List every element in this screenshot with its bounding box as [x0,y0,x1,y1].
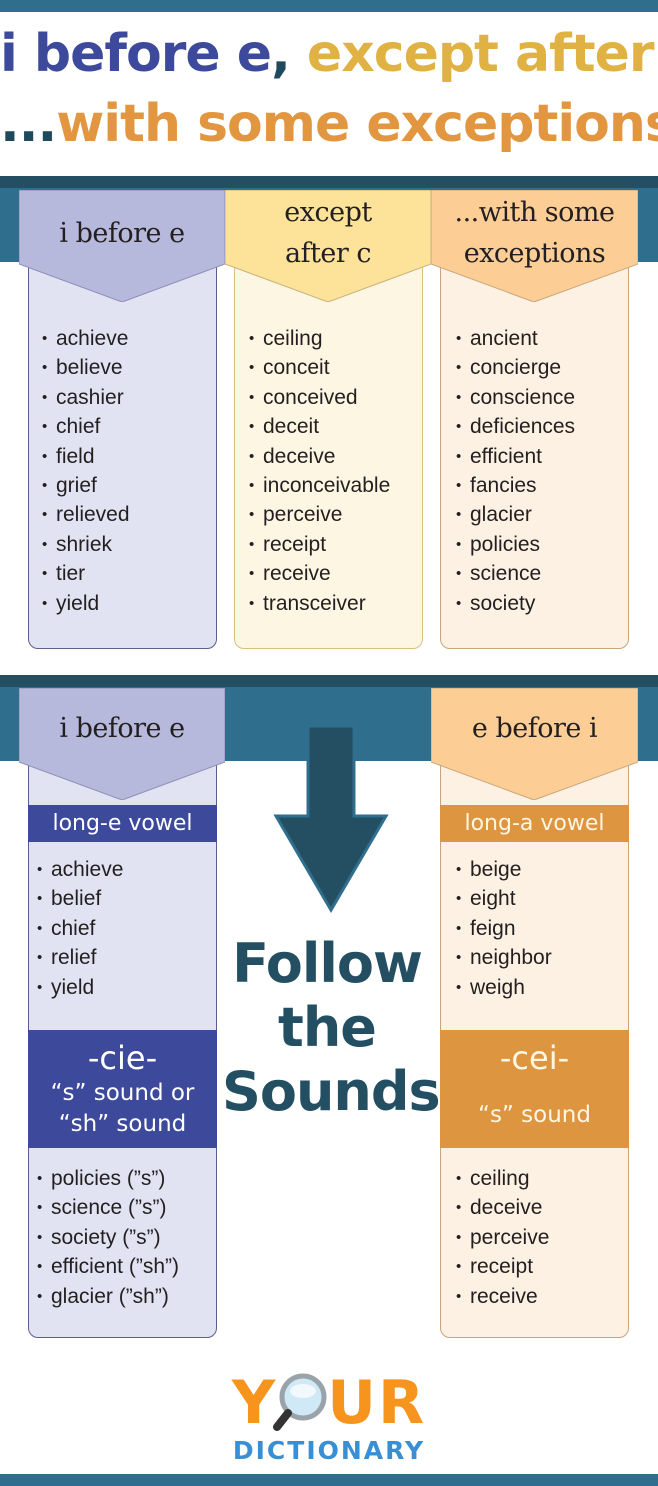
list-item: glacier [456,500,575,529]
list-item: society [456,589,575,618]
list-item: beige [456,855,552,884]
list-item: concierge [456,353,575,382]
list-item: belief [37,884,123,913]
list-item: policies (”s”) [37,1164,179,1193]
col3-header: ...with some exceptions [431,190,638,302]
title-dots: ... [0,94,57,154]
list-item: glacier (”sh”) [37,1282,179,1311]
cie-word-list: policies (”s”)science (”s”)society (”s”)… [37,1164,179,1311]
list-item: achieve [42,324,130,353]
list-item: tier [42,559,130,588]
list-item: receipt [456,1252,549,1281]
list-item: society (”s”) [37,1223,179,1252]
list-item: conceit [249,353,390,382]
list-item: conscience [456,383,575,412]
col1-word-list: achievebelievecashierchieffieldgriefreli… [42,324,130,618]
list-item: transceiver [249,589,390,618]
title-with-some-exceptions: with some exceptions [56,94,658,154]
follow-the-sounds-text: Follow the Sounds [222,932,441,1124]
cei-pattern-box: -cei- “s” sound [440,1030,629,1148]
list-item: ancient [456,324,575,353]
title-comma: , [271,24,291,84]
the-word: the [278,996,377,1059]
title-i-before-e: i before e [0,24,272,84]
col3-word-list: ancientconciergeconsciencedeficienceseff… [456,324,575,618]
col2-header: except after c [225,190,431,302]
col1-header: i before e [19,190,225,302]
col2-header-line1: except [284,197,372,228]
list-item: receive [249,559,390,588]
title-line-2: ...with some exceptions [0,94,658,154]
list-item: policies [456,530,575,559]
cie-sound-line1: “s” sound or [50,1080,195,1106]
magnifier-icon [273,1373,327,1431]
left-header-text: i before e [59,713,185,744]
cei-word-list: ceilingdeceiveperceivereceiptreceive [456,1164,549,1311]
list-item: conceived [249,383,390,412]
list-item: feign [456,914,552,943]
list-item: receive [456,1282,549,1311]
list-item: efficient (”sh”) [37,1252,179,1281]
list-item: neighbor [456,943,552,972]
list-item: deceive [456,1193,549,1222]
list-item: fancies [456,471,575,500]
long-e-word-list: achievebeliefchiefreliefyield [37,855,123,1002]
list-item: receipt [249,530,390,559]
title-except-after-c: except after c [306,24,658,84]
bottom-bar [0,1474,658,1486]
list-item: chief [37,914,123,943]
list-item: yield [37,973,123,1002]
long-a-vowel-label: long-a vowel [440,805,629,842]
col2-word-list: ceilingconceitconceiveddeceitdeceiveinco… [249,324,390,618]
list-item: perceive [249,500,390,529]
list-item: cashier [42,383,130,412]
list-item: science (”s”) [37,1193,179,1222]
list-item: achieve [37,855,123,884]
col2-header-text: except after c [225,192,431,274]
list-item: chief [42,412,130,441]
logo-ur: UR [327,1368,427,1438]
list-item: deceive [249,442,390,471]
col3-header-text: ...with some exceptions [431,192,638,274]
top-bar [0,0,658,12]
sounds-word: Sounds [222,1060,441,1123]
list-item: science [456,559,575,588]
arrow-down-icon [273,724,389,913]
col2-header-line2: after c [284,238,372,269]
cie-sound-line2: “sh” sound [58,1111,187,1137]
list-item: weigh [456,973,552,1002]
list-item: eight [456,884,552,913]
long-e-vowel-label: long-e vowel [28,805,217,842]
list-item: efficient [456,442,575,471]
cei-pattern: -cei- [499,1039,570,1077]
list-item: inconceivable [249,471,390,500]
list-item: shriek [42,530,130,559]
cie-pattern: -cie- [87,1039,158,1077]
list-item: ceiling [249,324,390,353]
col1-header-text: i before e [59,218,185,249]
logo-dictionary: DICTIONARY [232,1436,426,1465]
col3-header-line2: exceptions [463,238,606,269]
long-a-word-list: beigeeightfeignneighborweigh [456,855,552,1002]
list-item: believe [42,353,130,382]
list-item: field [42,442,130,471]
right-header: e before i [431,688,638,800]
list-item: yield [42,589,130,618]
list-item: relief [37,943,123,972]
list-item: deficiences [456,412,575,441]
list-item: perceive [456,1223,549,1252]
cie-pattern-box: -cie- “s” sound or “sh” sound [28,1030,217,1148]
follow-word: Follow [232,932,423,995]
title-line-1: i before e, except after c [0,24,658,84]
list-item: grief [42,471,130,500]
left-header: i before e [19,688,225,800]
col3-header-line1: ...with some [454,197,615,228]
logo-y: Y [231,1368,278,1438]
right-header-text: e before i [471,713,598,744]
cei-sound: “s” sound [478,1102,591,1128]
list-item: ceiling [456,1164,549,1193]
list-item: relieved [42,500,130,529]
logo-your[interactable]: Y UR [0,1368,658,1438]
list-item: deceit [249,412,390,441]
